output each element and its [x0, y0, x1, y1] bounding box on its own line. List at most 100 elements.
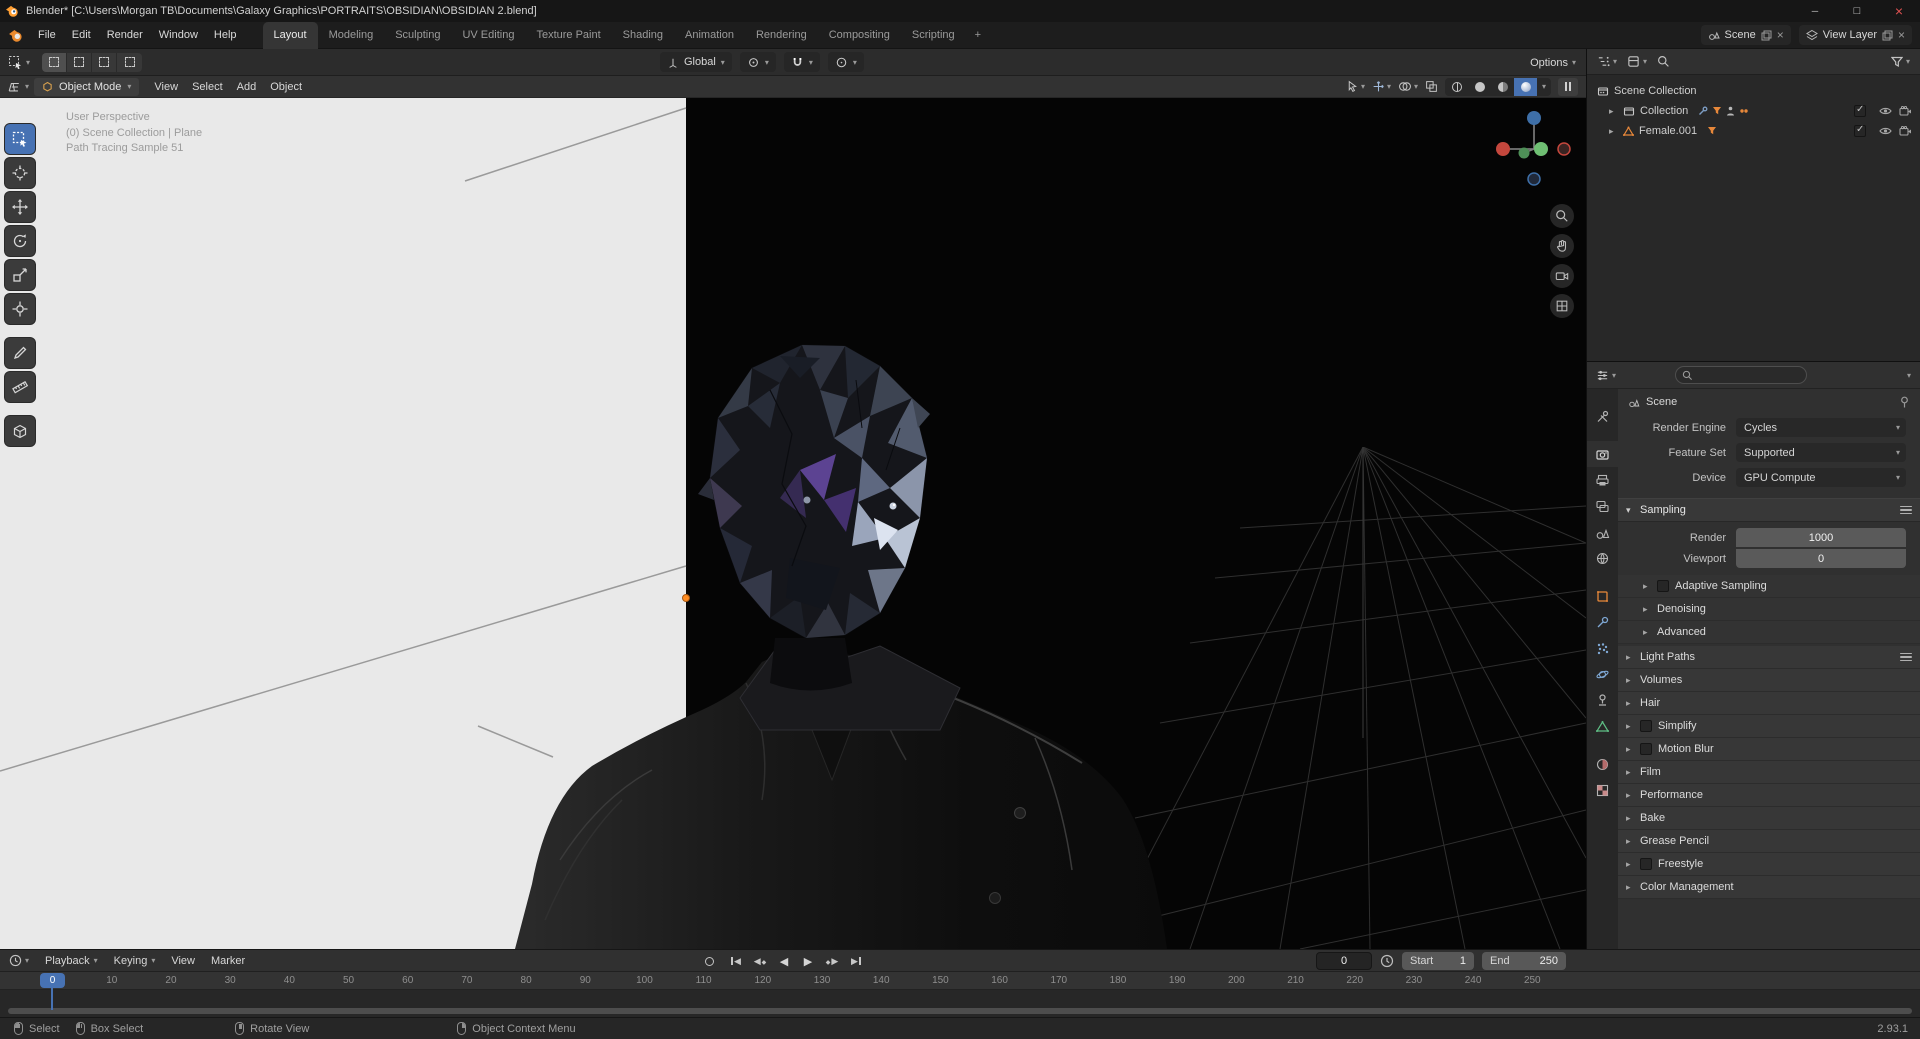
workspace-tab[interactable]: Sculpting — [384, 22, 451, 49]
workspace-tab[interactable]: Shading — [612, 22, 674, 49]
timeline-menu-item[interactable]: Keying — [106, 950, 164, 972]
select-mode-invert[interactable] — [117, 52, 143, 72]
cursor-tool[interactable] — [5, 158, 35, 188]
select-mode-extend[interactable] — [67, 52, 93, 72]
overlays-dropdown[interactable] — [1398, 80, 1418, 93]
menu-item[interactable]: Render — [99, 22, 151, 48]
workspace-tab[interactable]: Modeling — [318, 22, 385, 49]
props-tab-tool[interactable] — [1587, 403, 1618, 429]
outliner-row-collection[interactable]: Collection — [1587, 101, 1920, 121]
panel-row[interactable]: Volumes — [1618, 669, 1920, 692]
minimize-button[interactable] — [1794, 0, 1836, 22]
start-frame-field[interactable]: Start 1 — [1402, 952, 1474, 970]
panel-row[interactable]: Film — [1618, 761, 1920, 784]
shading-wireframe-button[interactable] — [1445, 78, 1468, 96]
close-button[interactable] — [1878, 0, 1920, 22]
properties-search-input[interactable] — [1697, 369, 1797, 381]
playhead-tag[interactable]: 0 — [40, 973, 65, 988]
active-tool-display[interactable] — [0, 55, 30, 69]
play-reverse-button[interactable] — [774, 952, 794, 970]
viewport-menu-item[interactable]: Add — [230, 76, 264, 98]
outliner-row-scene-collection[interactable]: Scene Collection — [1587, 81, 1920, 101]
maximize-button[interactable] — [1836, 0, 1878, 22]
gizmos-dropdown[interactable] — [1372, 80, 1391, 93]
props-tab-constraints[interactable] — [1587, 687, 1618, 713]
disable-render-camera-icon[interactable] — [1899, 106, 1912, 116]
viewport-menu-item[interactable]: View — [147, 76, 185, 98]
add-cube-tool[interactable] — [5, 416, 35, 446]
props-tab-modifiers[interactable] — [1587, 609, 1618, 635]
expand-arrow-icon[interactable] — [1609, 106, 1623, 117]
props-tab-output[interactable] — [1587, 467, 1618, 493]
outliner-filter-dropdown[interactable] — [1890, 56, 1910, 68]
menu-item[interactable]: Help — [206, 22, 245, 48]
viewport-menu-item[interactable]: Object — [263, 76, 309, 98]
camera-view-button[interactable] — [1550, 264, 1574, 288]
exclude-checkbox[interactable] — [1854, 124, 1866, 137]
annotate-tool[interactable] — [5, 338, 35, 368]
shading-material-button[interactable] — [1491, 78, 1514, 96]
panel-row[interactable]: Simplify — [1618, 715, 1920, 738]
end-frame-field[interactable]: End 250 — [1482, 952, 1566, 970]
timeline-menu-item[interactable]: View — [163, 950, 203, 972]
sampling-render-field[interactable]: 1000 — [1736, 528, 1906, 547]
toggle-ortho-button[interactable] — [1550, 294, 1574, 318]
add-workspace-button[interactable]: + — [966, 22, 990, 49]
outliner-search-button[interactable] — [1657, 55, 1670, 68]
workspace-tab[interactable]: Compositing — [818, 22, 901, 49]
subpanel-row[interactable]: Advanced — [1618, 621, 1920, 644]
props-tab-physics[interactable] — [1587, 661, 1618, 687]
timeline-ruler[interactable]: 0 10 20 30 40 50 60 70 80 90 100 110 120 130 140 150 160… — [0, 972, 1920, 990]
panel-menu-icon[interactable] — [1900, 652, 1912, 662]
panel-row[interactable]: Color Management — [1618, 876, 1920, 899]
subpanel-checkbox[interactable] — [1657, 580, 1669, 592]
mode-dropdown[interactable]: Object Mode — [34, 77, 140, 96]
exclude-checkbox[interactable] — [1854, 104, 1866, 117]
prev-keyframe-button[interactable] — [750, 952, 770, 970]
props-tab-material[interactable] — [1587, 751, 1618, 777]
select-mode-subtract[interactable] — [92, 52, 118, 72]
props-tab-render[interactable] — [1587, 441, 1618, 467]
render-engine-dropdown[interactable]: Cycles — [1736, 418, 1906, 437]
view-layer-selector[interactable]: View Layer — [1798, 25, 1912, 45]
properties-options-dropdown[interactable] — [1907, 370, 1911, 381]
preview-range-clock-icon[interactable] — [1380, 954, 1394, 968]
menu-item[interactable]: File — [30, 22, 64, 48]
rotate-tool[interactable] — [5, 226, 35, 256]
new-view-layer-icon[interactable] — [1882, 30, 1893, 41]
properties-search-field[interactable] — [1675, 366, 1807, 384]
play-button[interactable] — [798, 952, 818, 970]
hide-eye-icon[interactable] — [1879, 126, 1892, 136]
orientation-dropdown[interactable]: Global — [660, 52, 732, 72]
timeline-menu-item[interactable]: Playback — [37, 950, 106, 972]
transform-tool[interactable] — [5, 294, 35, 324]
props-tab-scene[interactable] — [1587, 519, 1618, 545]
shading-solid-button[interactable] — [1468, 78, 1491, 96]
scene-selector[interactable]: Scene — [1700, 25, 1791, 45]
viewport-canvas[interactable]: User Perspective (0) Scene Collection | … — [0, 98, 1586, 949]
shading-options-dropdown[interactable] — [1537, 81, 1551, 92]
move-tool[interactable] — [5, 192, 35, 222]
blender-menu-icon[interactable] — [0, 28, 30, 43]
jump-to-end-button[interactable] — [846, 952, 866, 970]
new-scene-icon[interactable] — [1761, 30, 1772, 41]
current-frame-field[interactable]: 0 — [1316, 952, 1372, 970]
subpanel-row[interactable]: Denoising — [1618, 598, 1920, 621]
playhead-line[interactable] — [51, 987, 53, 1010]
props-tab-world[interactable] — [1587, 545, 1618, 571]
props-tab-view-layer[interactable] — [1587, 493, 1618, 519]
props-tab-object-data[interactable] — [1587, 713, 1618, 739]
menu-item[interactable]: Edit — [64, 22, 99, 48]
zoom-button[interactable] — [1550, 204, 1574, 228]
workspace-tab[interactable]: Rendering — [745, 22, 818, 49]
props-tab-texture[interactable] — [1587, 777, 1618, 803]
props-tab-object[interactable] — [1587, 583, 1618, 609]
workspace-tab[interactable]: Scripting — [901, 22, 966, 49]
snapping-toggle[interactable] — [783, 52, 820, 72]
object-visibility-dropdown[interactable] — [1346, 80, 1365, 93]
workspace-tab[interactable]: UV Editing — [451, 22, 525, 49]
panel-row[interactable]: Bake — [1618, 807, 1920, 830]
editor-type-selector[interactable] — [0, 80, 29, 94]
render-pause-button[interactable] — [1558, 77, 1578, 96]
remove-view-layer-icon[interactable] — [1898, 28, 1905, 42]
